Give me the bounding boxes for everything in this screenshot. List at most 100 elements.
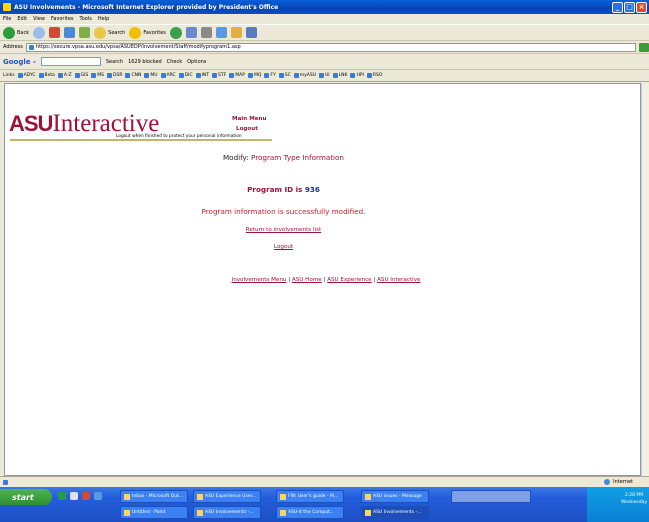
link-adyc[interactable]: ADYC	[17, 73, 36, 78]
links-label: Links	[3, 73, 15, 78]
clock[interactable]: 2:28 PM	[625, 493, 643, 498]
footer-links: Involvements Menu | ASU Home | ASU Exper…	[231, 277, 421, 283]
logout-link[interactable]: Logout	[0, 244, 567, 250]
link-dsr[interactable]: DSR	[107, 73, 122, 78]
link-icon	[38, 73, 44, 78]
edit-icon[interactable]	[215, 27, 227, 38]
link-mq[interactable]: MQ	[247, 73, 261, 78]
task-asu-it[interactable]: ASU-it the Comput...	[276, 506, 344, 519]
footer-asu-home[interactable]: ASU Home	[292, 277, 322, 283]
quicklaunch-icon[interactable]	[94, 492, 102, 500]
ie-icon	[197, 493, 203, 500]
menu-file[interactable]: File	[3, 16, 11, 22]
task-language-bar[interactable]	[451, 490, 531, 503]
links-bar: Links ADYC Beta A-Z GIS MS DSR CNN MU AR…	[0, 70, 649, 82]
task-inbox[interactable]: Inbox - Microsoft Out...	[120, 490, 188, 503]
quicklaunch-icon[interactable]	[82, 492, 90, 500]
success-message: Program information is successfully modi…	[201, 207, 366, 216]
forward-arrow-icon[interactable]	[33, 26, 46, 39]
link-fy[interactable]: FY	[264, 73, 276, 78]
return-to-list-link[interactable]: Return to involvements list	[0, 227, 567, 233]
footer-asu-interactive[interactable]: ASU Interactive	[377, 277, 420, 283]
spell-check-button[interactable]: Check	[167, 59, 182, 65]
link-icon	[107, 73, 113, 78]
menu-edit[interactable]: Edit	[17, 16, 27, 22]
print-icon[interactable]	[200, 27, 212, 38]
footer-asu-experience[interactable]: ASU Experience	[327, 277, 371, 283]
folder-icon[interactable]	[230, 27, 242, 38]
task-asu-involvements-2[interactable]: ASU Involvements -...	[361, 506, 429, 519]
link-rso[interactable]: RSO	[366, 73, 382, 78]
refresh-icon[interactable]	[64, 27, 76, 38]
link-cnn[interactable]: CNN	[125, 73, 141, 78]
menu-tools[interactable]: Tools	[80, 16, 92, 22]
mail-icon	[365, 493, 371, 500]
favorites-button[interactable]: Favorites	[129, 26, 166, 39]
window-titlebar[interactable]: ASU Involvements - Microsoft Internet Ex…	[0, 0, 649, 14]
google-search-button[interactable]: Search	[106, 59, 123, 65]
logout-top-link[interactable]: Logout	[236, 126, 258, 132]
link-sc[interactable]: SC	[278, 73, 291, 78]
program-id-line: Program ID is 936	[247, 185, 320, 194]
link-icon	[160, 73, 166, 78]
stop-icon[interactable]	[49, 27, 61, 38]
quicklaunch-icon[interactable]	[70, 492, 78, 500]
task-asu-issues[interactable]: ASU issues - Message	[361, 490, 429, 503]
link-az[interactable]: A-Z	[57, 73, 72, 78]
link-beta[interactable]: Beta	[38, 73, 55, 78]
page-title: Modify: Program Type Information	[222, 153, 344, 162]
go-button[interactable]	[639, 42, 649, 52]
task-asu-experience[interactable]: ASU Experience User...	[193, 490, 261, 503]
security-zone: Internet	[613, 479, 633, 485]
messenger-icon[interactable]	[245, 27, 257, 38]
task-asu-involvements-1[interactable]: ASU Involvements -...	[193, 506, 261, 519]
task-paint[interactable]: Untitled - Paint	[120, 506, 188, 519]
link-icon	[319, 73, 324, 78]
task-users-guide[interactable]: FW: User's guide - M...	[276, 490, 344, 503]
link-map[interactable]: MAP	[229, 73, 245, 78]
link-mu[interactable]: MU	[144, 73, 158, 78]
address-bar: Address https://secure.vpsa.asu.edu/vpsa…	[0, 41, 649, 54]
clock-day: Wednesday	[620, 500, 647, 505]
minimize-button[interactable]: _	[612, 1, 623, 13]
search-button[interactable]: Search	[94, 26, 125, 39]
menu-help[interactable]: Help	[98, 16, 109, 22]
footer-involvements-menu[interactable]: Involvements Menu	[232, 277, 287, 283]
link-dic[interactable]: DIC	[178, 73, 193, 78]
menu-view[interactable]: View	[33, 16, 45, 22]
history-icon[interactable]	[169, 26, 182, 39]
link-int[interactable]: INT	[195, 73, 209, 78]
link-icon	[74, 73, 80, 78]
menu-favorites[interactable]: Favorites	[51, 16, 74, 22]
google-search-input[interactable]	[40, 57, 101, 66]
address-input[interactable]: https://secure.vpsa.asu.edu/vpsa/ASUEDP/…	[25, 42, 636, 52]
google-logo[interactable]: Google -	[3, 58, 36, 66]
start-button[interactable]: start	[0, 489, 52, 505]
globe-icon	[604, 479, 611, 485]
link-hpi[interactable]: HPI	[350, 73, 364, 78]
popup-blocked[interactable]: 1629 blocked	[128, 59, 162, 65]
home-icon[interactable]	[79, 27, 91, 38]
link-ms[interactable]: MS	[91, 73, 104, 78]
main-menu-link[interactable]: Main Menu	[232, 116, 267, 122]
ie-icon	[197, 509, 203, 516]
link-gis[interactable]: GIS	[74, 73, 88, 78]
link-myasu[interactable]: myASU	[293, 73, 316, 78]
link-ui[interactable]: UI	[319, 73, 330, 78]
quicklaunch-icon[interactable]	[58, 492, 66, 500]
link-lnk[interactable]: LNK	[332, 73, 347, 78]
link-stf[interactable]: STF	[212, 73, 226, 78]
back-button[interactable]: Back	[3, 26, 29, 39]
link-icon	[350, 73, 356, 78]
ie-icon	[3, 3, 11, 11]
link-arc[interactable]: ARC	[160, 73, 176, 78]
page-icon	[28, 44, 34, 50]
window-title: ASU Involvements - Microsoft Internet Ex…	[14, 3, 279, 11]
google-options-button[interactable]: Options	[187, 59, 206, 65]
link-icon	[293, 73, 299, 78]
link-icon	[247, 73, 253, 78]
taskbar: start Inbox - Microsoft Out... ASU Exper…	[0, 487, 649, 522]
maximize-button[interactable]: □	[624, 1, 635, 13]
close-button[interactable]: ×	[636, 1, 647, 13]
mail-icon[interactable]	[185, 27, 197, 38]
